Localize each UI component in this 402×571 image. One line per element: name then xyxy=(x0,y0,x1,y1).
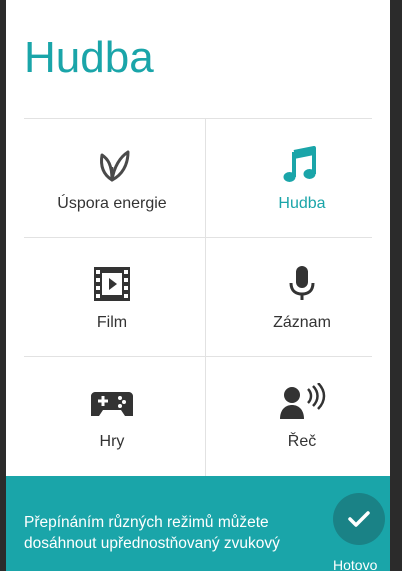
mode-grid: Úspora energie Hudba Film Záznam Hry Řeč xyxy=(6,118,390,476)
mode-label: Film xyxy=(96,314,128,331)
mode-hint-text: Přepínáním různých režimů můžete dosáhno… xyxy=(24,514,280,552)
done-label[interactable]: Hotovo xyxy=(333,557,377,571)
mode-label: Úspora energie xyxy=(57,195,167,212)
checkmark-icon xyxy=(348,511,370,527)
leaf-icon xyxy=(92,145,132,185)
done-button[interactable] xyxy=(333,493,385,545)
mode-label: Záznam xyxy=(273,314,331,331)
mode-label: Hry xyxy=(99,433,125,450)
music-note-icon xyxy=(282,145,322,185)
dialog-title: Hudba xyxy=(24,33,154,82)
mode-label: Řeč xyxy=(287,433,317,450)
mode-games[interactable]: Hry xyxy=(16,356,208,475)
mode-label: Hudba xyxy=(278,195,326,212)
audio-mode-dialog: Hudba Úspora energie Hudba Film Záznam H… xyxy=(6,0,390,571)
mode-movie[interactable]: Film xyxy=(16,237,208,356)
speech-icon xyxy=(278,383,326,423)
mode-power-saving[interactable]: Úspora energie xyxy=(16,118,208,237)
mode-recording[interactable]: Záznam xyxy=(206,237,390,356)
mode-speech[interactable]: Řeč xyxy=(206,356,390,475)
mode-music[interactable]: Hudba xyxy=(206,118,390,237)
footer-bar: Přepínáním různých režimů můžete dosáhno… xyxy=(6,476,390,571)
film-icon xyxy=(92,264,132,304)
microphone-icon xyxy=(282,264,322,304)
gamepad-icon xyxy=(89,383,135,423)
